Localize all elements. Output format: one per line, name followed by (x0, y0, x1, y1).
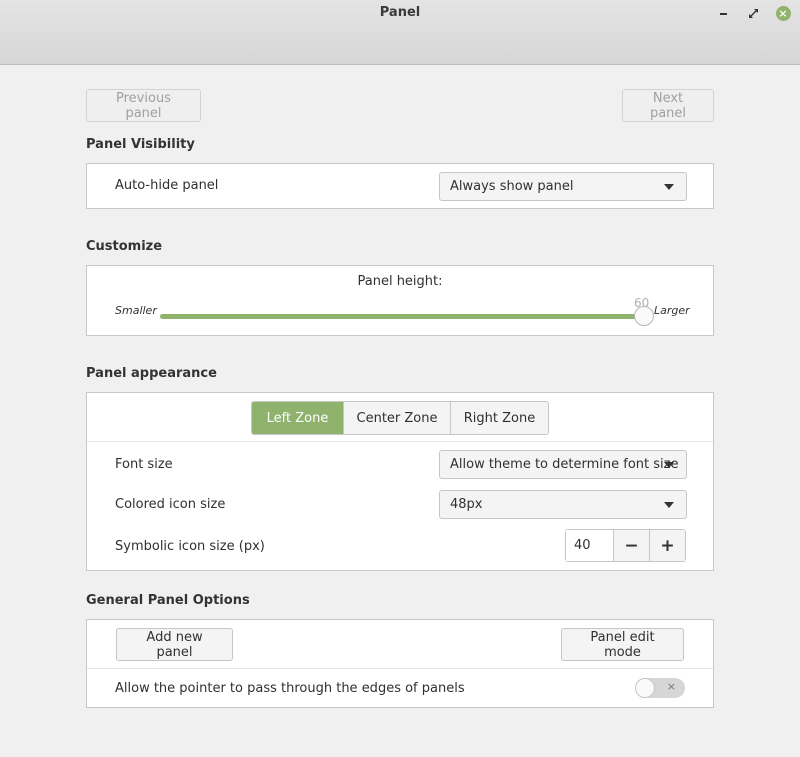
pass-through-toggle[interactable]: × (635, 678, 685, 698)
font-size-dropdown[interactable]: Allow theme to determine font size (439, 450, 687, 479)
decrement-button[interactable]: − (613, 530, 649, 561)
autohide-dropdown[interactable]: Always show panel (439, 172, 687, 201)
toggle-off-icon: × (666, 680, 676, 693)
panel-edit-mode-button[interactable]: Panel edit mode (561, 628, 684, 661)
window-titlebar: Panel × (0, 0, 800, 65)
chevron-down-icon (664, 502, 674, 508)
symbolic-icon-size-input[interactable] (566, 530, 613, 561)
next-panel-button[interactable]: Next panel (622, 89, 714, 122)
minus-icon: − (624, 535, 639, 556)
maximize-icon (748, 8, 758, 18)
general-options-box: Add new panel Panel edit mode Allow the … (86, 619, 714, 708)
panel-height-label: Panel height: (357, 274, 443, 289)
tab-left-zone[interactable]: Left Zone (252, 402, 343, 434)
general-options-heading: General Panel Options (86, 593, 250, 608)
maximize-button[interactable] (745, 5, 761, 21)
font-size-label: Font size (115, 457, 173, 472)
autohide-value: Always show panel (450, 179, 574, 194)
window-title: Panel (379, 5, 421, 20)
slider-handle[interactable] (634, 306, 654, 326)
zone-tabs: Left Zone Center Zone Right Zone (251, 401, 549, 435)
panel-appearance-box: Left Zone Center Zone Right Zone Font si… (86, 392, 714, 571)
close-button[interactable]: × (775, 5, 791, 21)
slider-min-label: Smaller (115, 304, 157, 317)
colored-icon-size-label: Colored icon size (115, 497, 226, 512)
panel-height-slider[interactable] (160, 314, 644, 319)
panel-appearance-heading: Panel appearance (86, 366, 217, 381)
divider (87, 668, 713, 669)
increment-button[interactable]: + (649, 530, 685, 561)
symbolic-icon-size-stepper: − + (565, 529, 686, 562)
customize-heading: Customize (86, 239, 163, 254)
minimize-button[interactable] (715, 5, 731, 21)
close-icon: × (775, 5, 791, 21)
pass-through-label: Allow the pointer to pass through the ed… (115, 681, 465, 696)
chevron-down-icon (664, 184, 674, 190)
autohide-label: Auto-hide panel (115, 178, 219, 193)
colored-icon-size-dropdown[interactable]: 48px (439, 490, 687, 519)
tab-right-zone[interactable]: Right Zone (450, 402, 548, 434)
divider (87, 441, 713, 442)
slider-fill (160, 314, 644, 319)
tab-center-zone[interactable]: Center Zone (343, 402, 450, 434)
toggle-knob (635, 678, 655, 698)
customize-box: Panel height: Smaller 60 Larger (86, 265, 714, 336)
chevron-down-icon (664, 462, 674, 468)
minimize-icon (719, 13, 727, 15)
panel-visibility-heading: Panel Visibility (86, 137, 195, 152)
colored-icon-size-value: 48px (450, 497, 483, 512)
previous-panel-button[interactable]: Previous panel (86, 89, 201, 122)
font-size-value: Allow theme to determine font size (450, 457, 679, 472)
panel-visibility-box: Auto-hide panel Always show panel (86, 163, 714, 209)
add-new-panel-button[interactable]: Add new panel (116, 628, 233, 661)
symbolic-icon-size-label: Symbolic icon size (px) (115, 539, 265, 554)
plus-icon: + (660, 535, 675, 556)
slider-max-label: Larger (654, 304, 690, 317)
